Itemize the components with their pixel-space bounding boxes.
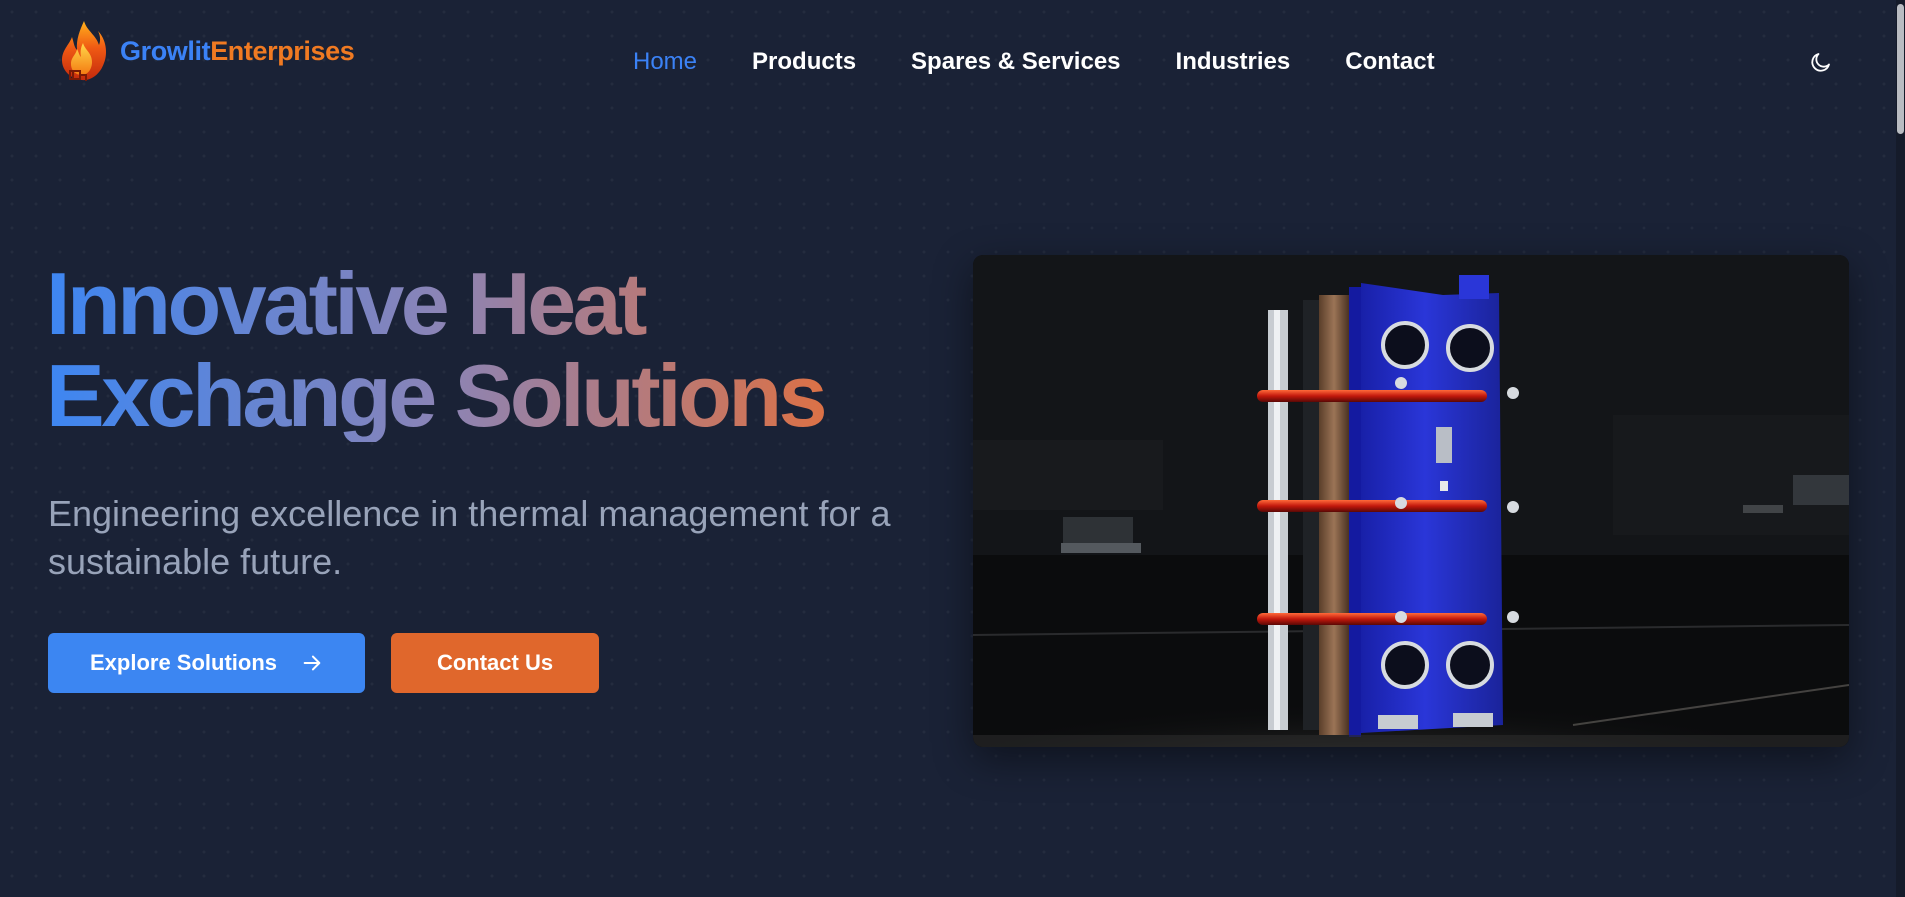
nav-item-industries[interactable]: Industries bbox=[1176, 48, 1291, 76]
plate-heat-exchanger-photo bbox=[973, 255, 1849, 747]
brand-name: GrowlitEnterprises bbox=[120, 35, 355, 66]
main-nav: Home Products Spares & Services Industri… bbox=[633, 48, 1435, 76]
hero-title-line-1: Innovative Heat bbox=[46, 254, 644, 353]
brand-name-part-one: Growlit bbox=[120, 35, 211, 66]
nav-item-contact[interactable]: Contact bbox=[1345, 48, 1434, 76]
hero-subtitle: Engineering excellence in thermal manage… bbox=[48, 493, 891, 582]
contact-us-button[interactable]: Contact Us bbox=[391, 633, 599, 693]
explore-solutions-label: Explore Solutions bbox=[89, 650, 278, 675]
explore-solutions-button[interactable]: Explore Solutions bbox=[48, 633, 365, 693]
scrollbar-thumb[interactable] bbox=[1897, 4, 1904, 134]
arrow-right-icon bbox=[277, 652, 323, 674]
hero-title: Innovative Heat Exchange Solutions bbox=[46, 258, 866, 442]
moon-icon bbox=[1809, 50, 1833, 74]
nav-item-home[interactable]: Home bbox=[633, 48, 697, 76]
flame-logo-icon bbox=[60, 19, 108, 83]
nav-item-products[interactable]: Products bbox=[752, 48, 856, 76]
nav-item-spares-services[interactable]: Spares & Services bbox=[911, 48, 1120, 76]
page-scrollbar[interactable] bbox=[1896, 0, 1905, 897]
theme-toggle-button[interactable] bbox=[1808, 49, 1834, 75]
brand-name-part-two: Enterprises bbox=[210, 35, 355, 66]
contact-us-label: Contact Us bbox=[436, 650, 554, 675]
site-header: GrowlitEnterprises Home Products Spares … bbox=[0, 0, 1905, 126]
hero-title-line-2: Exchange Solutions bbox=[46, 346, 825, 445]
brand-logo-link[interactable]: GrowlitEnterprises bbox=[60, 19, 355, 83]
